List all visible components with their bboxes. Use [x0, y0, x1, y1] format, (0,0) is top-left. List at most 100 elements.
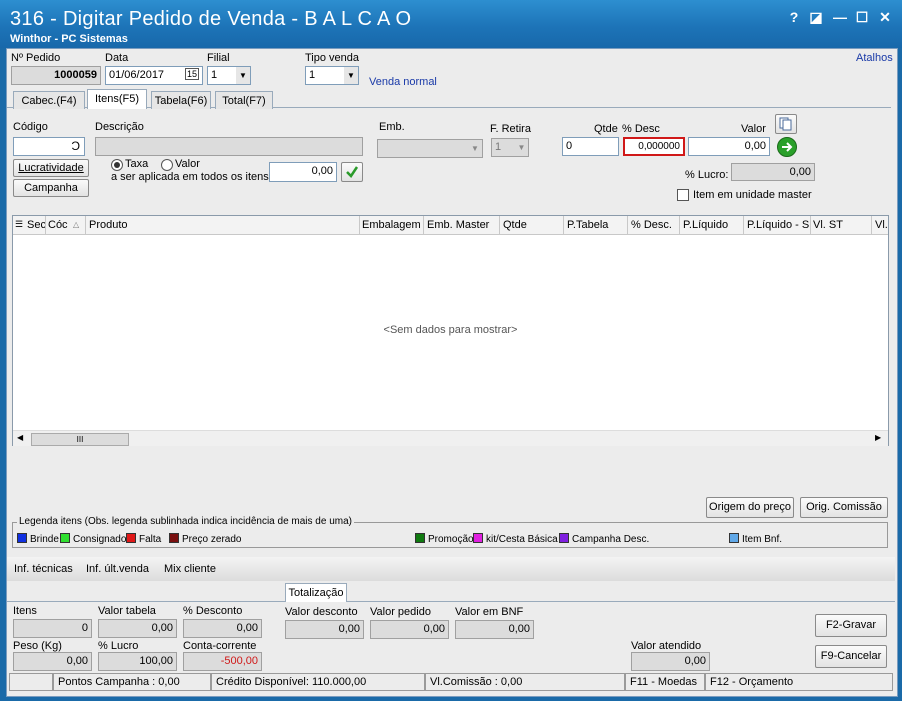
col-sec[interactable]: Sec: [27, 219, 46, 231]
close-icon[interactable]: ✕: [875, 8, 895, 26]
status-orcamento[interactable]: F12 - Orçamento: [705, 673, 893, 691]
col-produto[interactable]: Produto: [89, 219, 128, 231]
status-comissao: Vl.Comissão : 0,00: [425, 673, 625, 691]
conta-corrente-label: Conta-corrente: [183, 640, 257, 652]
col-pliquido[interactable]: P.Líquido: [683, 219, 728, 231]
tab-cabec[interactable]: Cabec.(F4): [13, 91, 85, 109]
pct-desconto-field: 0,00: [183, 619, 262, 638]
campanha-button[interactable]: Campanha: [13, 179, 89, 197]
col-separator: [499, 216, 500, 234]
grid-menu-icon[interactable]: ☰: [15, 219, 23, 230]
col-embalagem[interactable]: Embalagem: [362, 219, 421, 231]
minimize-icon[interactable]: —: [830, 8, 850, 26]
chevron-down-icon[interactable]: ▼: [236, 67, 250, 84]
tab-itens[interactable]: Itens(F5): [87, 89, 147, 109]
col-vl-st[interactable]: Vl. ST: [813, 219, 843, 231]
emb-label: Emb.: [379, 121, 405, 133]
codigo-label: Código: [13, 121, 48, 133]
window-title: 316 - Digitar Pedido de Venda - B A L C …: [10, 8, 412, 30]
col-separator: [871, 216, 872, 234]
maximize-icon[interactable]: ☐: [852, 8, 872, 26]
col-cod[interactable]: Cóc: [48, 219, 68, 231]
origem-preco-button[interactable]: Origem do preço: [706, 497, 794, 518]
aplicada-input[interactable]: 0,00: [269, 162, 337, 182]
legend-label: Promoção: [428, 534, 474, 545]
copy-icon[interactable]: [775, 114, 797, 134]
help-icon[interactable]: ?: [784, 8, 804, 26]
col-qtde[interactable]: Qtde: [503, 219, 527, 231]
go-arrow-icon[interactable]: [777, 137, 797, 157]
desc-input[interactable]: 0,000000: [623, 137, 685, 156]
data-field[interactable]: 01/06/2017 15: [105, 66, 203, 85]
inf-ult-venda-link[interactable]: Inf. últ.venda: [86, 563, 149, 575]
scroll-left-icon[interactable]: ◀: [17, 433, 23, 442]
tab-totalizacao[interactable]: Totalização: [285, 583, 347, 602]
legend-label: Consignado: [73, 534, 127, 545]
apply-check-button[interactable]: [341, 162, 363, 182]
valor-pedido-label: Valor pedido: [370, 606, 431, 618]
fretira-select[interactable]: 1 ▼: [491, 138, 529, 157]
lucratividade-button[interactable]: Lucratividade: [13, 159, 89, 177]
itens-field: 0: [13, 619, 92, 638]
valor-bnf-label: Valor em BNF: [455, 606, 524, 618]
master-checkbox[interactable]: [677, 189, 689, 201]
chevron-down-icon[interactable]: ▼: [344, 67, 358, 84]
pct-lucro-field: 100,00: [98, 652, 177, 671]
calendar-icon[interactable]: 15: [184, 68, 199, 80]
check-icon: [346, 166, 359, 178]
qtde-label: Qtde: [594, 123, 618, 135]
conta-corrente-field: -500,00: [183, 652, 262, 671]
cancelar-button[interactable]: F9-Cancelar: [815, 645, 887, 668]
tipo-value: 1: [309, 69, 316, 81]
tab-tabela[interactable]: Tabela(F6): [151, 91, 211, 109]
col-separator: [359, 216, 360, 234]
col-emb-master[interactable]: Emb. Master: [427, 219, 489, 231]
col-ptabela[interactable]: P.Tabela: [567, 219, 608, 231]
qtde-input[interactable]: 0: [562, 137, 619, 156]
filial-select[interactable]: 1 ▼: [207, 66, 251, 85]
tipo-label: Tipo venda: [305, 52, 360, 64]
legend-brinde: Brinde: [17, 533, 59, 545]
lucro-field: 0,00: [731, 163, 815, 181]
desc-label: % Desc: [622, 123, 660, 135]
aplicada-label: a ser aplicada em todos os itens:: [111, 171, 272, 183]
valor-atendido-label: Valor atendido: [631, 640, 702, 652]
emb-select[interactable]: ▼: [377, 139, 483, 158]
orig-comissao-button[interactable]: Orig. Comissão: [800, 497, 888, 518]
valor-desconto-field: 0,00: [285, 620, 364, 639]
restore-icon[interactable]: ◪: [806, 8, 826, 26]
chevron-down-icon[interactable]: ▼: [515, 139, 528, 156]
fretira-label: F. Retira: [490, 123, 531, 135]
lucro-label: % Lucro:: [685, 169, 729, 181]
grid-empty-text: <Sem dados para mostrar>: [383, 324, 518, 336]
col-vl[interactable]: Vl.: [875, 219, 888, 231]
tipo-select[interactable]: 1 ▼: [305, 66, 359, 85]
atalhos-link[interactable]: Atalhos: [856, 52, 893, 64]
tab-total[interactable]: Total(F7): [215, 91, 273, 109]
gravar-button[interactable]: F2-Gravar: [815, 614, 887, 637]
mix-cliente-link[interactable]: Mix cliente: [164, 563, 216, 575]
horizontal-scrollbar[interactable]: ◀ III ▶: [13, 430, 888, 446]
col-separator: [85, 216, 86, 234]
valor-pedido-field: 0,00: [370, 620, 449, 639]
chevron-down-icon[interactable]: ▼: [468, 140, 482, 157]
legend-label: Preço zerado: [182, 534, 242, 545]
valor-input[interactable]: 0,00: [688, 137, 770, 156]
col-desc[interactable]: % Desc.: [631, 219, 672, 231]
scroll-right-icon[interactable]: ▶: [875, 433, 881, 442]
codigo-input[interactable]: Ͻ: [13, 137, 85, 156]
sort-up-icon: △: [73, 220, 80, 229]
filial-value: 1: [211, 69, 218, 81]
data-value: 01/06/2017: [109, 69, 165, 81]
inf-tecnicas-link[interactable]: Inf. técnicas: [14, 563, 73, 575]
col-separator: [743, 216, 744, 234]
col-pliquido-s[interactable]: P.Líquido - S: [747, 219, 809, 231]
status-pontos: Pontos Campanha : 0,00: [53, 673, 211, 691]
search-icon[interactable]: Ͻ: [71, 139, 80, 153]
status-moedas[interactable]: F11 - Moedas: [625, 673, 705, 691]
valor-radio[interactable]: [161, 159, 173, 171]
itens-label: Itens: [13, 605, 37, 617]
valor-tabela-field: 0,00: [98, 619, 177, 638]
scrollbar-thumb[interactable]: III: [31, 433, 129, 446]
taxa-radio[interactable]: [111, 159, 123, 171]
